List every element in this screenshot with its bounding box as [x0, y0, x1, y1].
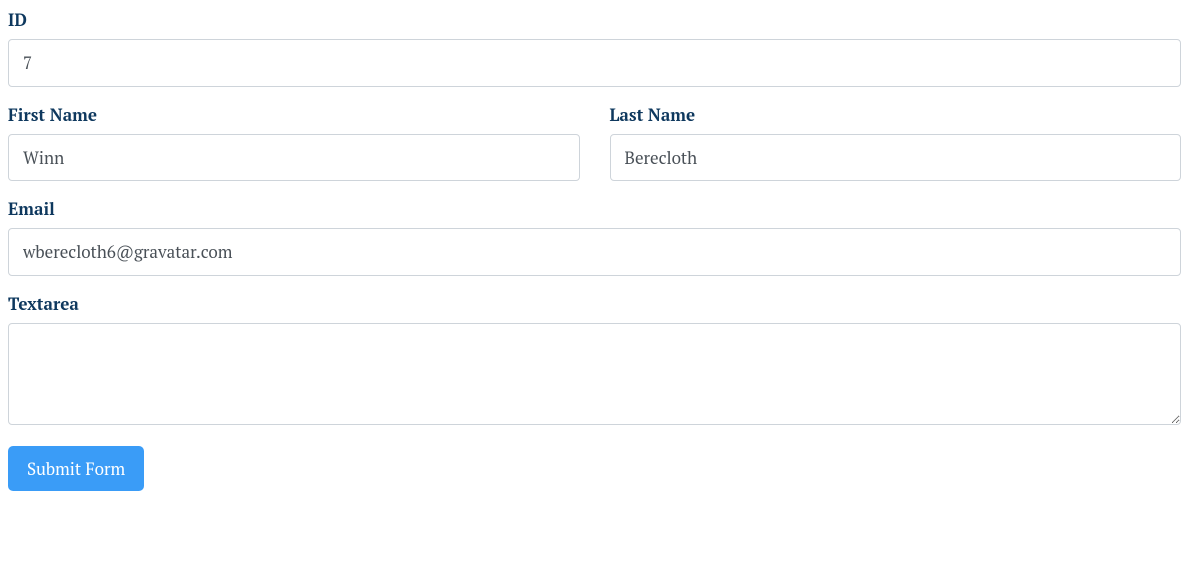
textarea-group: Textarea	[8, 292, 1181, 430]
last-name-input[interactable]	[610, 134, 1182, 182]
first-name-group: First Name	[8, 103, 580, 182]
first-name-input[interactable]	[8, 134, 580, 182]
email-label: Email	[8, 197, 1181, 220]
id-group: ID	[8, 8, 1181, 87]
user-form: ID First Name Last Name Email Textarea S…	[8, 8, 1181, 491]
id-label: ID	[8, 8, 1181, 31]
last-name-group: Last Name	[610, 103, 1182, 182]
textarea-label: Textarea	[8, 292, 1181, 315]
textarea-input[interactable]	[8, 323, 1181, 425]
id-input[interactable]	[8, 39, 1181, 87]
name-row: First Name Last Name	[8, 103, 1181, 182]
submit-button[interactable]: Submit Form	[8, 446, 144, 492]
first-name-label: First Name	[8, 103, 580, 126]
last-name-label: Last Name	[610, 103, 1182, 126]
email-group: Email	[8, 197, 1181, 276]
email-input[interactable]	[8, 228, 1181, 276]
